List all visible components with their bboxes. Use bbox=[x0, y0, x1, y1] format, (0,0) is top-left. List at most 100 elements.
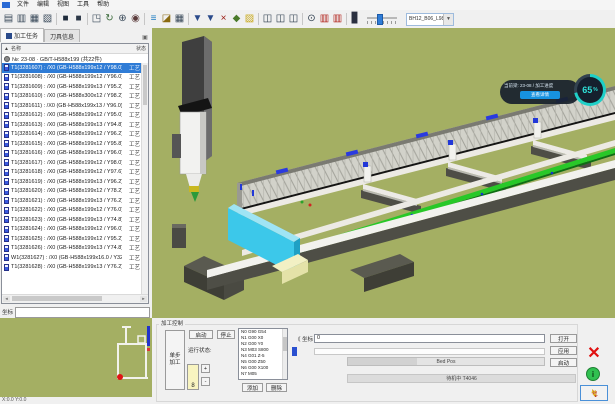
part-doc-icon bbox=[4, 64, 9, 71]
board-view-icon[interactable]: ■ bbox=[59, 12, 72, 26]
list-item[interactable]: T1(3281618) : /X0 (GB·H588x199x12 / Y97.… bbox=[2, 168, 142, 178]
machine-3d-viewport[interactable]: 当前梁: 23-08 / 加工进度 查看详情 65 % bbox=[152, 28, 615, 318]
list-item[interactable]: T1(3281610) : /X0 (GB·H588x300x12 / Y98.… bbox=[2, 92, 142, 102]
part-doc-icon bbox=[4, 131, 9, 138]
coordinate-input[interactable]: 0 bbox=[314, 334, 545, 343]
progress-ring: 65 % bbox=[574, 74, 606, 106]
list-item[interactable]: T1(3281614) : /X0 (GB·H588x199x12 / Y96.… bbox=[2, 130, 142, 140]
sort-icon[interactable]: ▲ bbox=[4, 46, 9, 52]
new-file-icon[interactable]: ▤ bbox=[2, 12, 15, 26]
list-item[interactable]: T1(3281622) : /X0 (GB·H588x199x12 / Y76.… bbox=[2, 206, 142, 216]
export-icon[interactable]: ▨ bbox=[243, 12, 256, 26]
edit-icon[interactable]: ◪ bbox=[160, 12, 173, 26]
chevron-down-icon[interactable]: ▼ bbox=[443, 14, 453, 25]
scroll-left-icon[interactable]: ◄ bbox=[3, 296, 10, 302]
list-item[interactable]: T1(3281612) : /X0 (GB·H588x199x12 / Y95.… bbox=[2, 111, 142, 121]
grid-icon[interactable]: ▦ bbox=[173, 12, 186, 26]
save-file-icon[interactable]: ▦ bbox=[28, 12, 41, 26]
list-header[interactable]: ▲ 名称 状态 bbox=[2, 44, 148, 54]
list-item[interactable]: T1(3281609) : /X0 (GB·H588x199x13 / Y95.… bbox=[2, 82, 142, 92]
move-down-2-icon[interactable]: ▼ bbox=[204, 12, 217, 26]
rotate-view-icon[interactable]: ↻ bbox=[103, 12, 116, 26]
list-item[interactable]: T1(3281620) : /X0 (GB·H588x199x12 / Y78.… bbox=[2, 187, 142, 197]
report-red-2-icon[interactable]: ▥ bbox=[331, 12, 344, 26]
start-button[interactable]: 启动 bbox=[189, 330, 213, 339]
part-doc-icon bbox=[4, 188, 9, 195]
nc-scrollbar[interactable] bbox=[282, 329, 287, 379]
bed-position-button[interactable]: Bed Pos bbox=[347, 357, 545, 366]
manual-tool-button[interactable]: ↯ bbox=[580, 385, 608, 401]
toolbar-separator bbox=[87, 13, 88, 25]
list-view-icon[interactable]: ≡ bbox=[147, 12, 160, 26]
chart-icon[interactable]: ▊ bbox=[349, 12, 362, 26]
machine-2d-minimap[interactable] bbox=[0, 318, 152, 397]
delete-icon[interactable]: × bbox=[217, 12, 230, 26]
list-item[interactable]: T1(3281608) : /X0 (GB·H588x199x12 / Y96.… bbox=[2, 73, 142, 83]
panel-pin-icon[interactable]: ▣ bbox=[141, 34, 149, 42]
list-item[interactable]: T1(3281607) : /X0 (GB·H588x199x12 / Y98.… bbox=[2, 63, 142, 73]
list-item[interactable]: T1(3281613) : /X0 (GB·H588x199x13 / Y94.… bbox=[2, 120, 142, 130]
check-icon[interactable]: ◆ bbox=[230, 12, 243, 26]
search-icon[interactable]: ⊙ bbox=[305, 12, 318, 26]
move-down-icon[interactable]: ▼ bbox=[191, 12, 204, 26]
part-doc-icon bbox=[4, 83, 9, 90]
machine-3-icon[interactable]: ◫ bbox=[287, 12, 300, 26]
machining-control-panel: 加工控制 单步 加工 启动 停止 运行状态: 8 + - N0 G90 G54N… bbox=[152, 318, 615, 404]
list-item[interactable]: T1(3281615) : /X0 (GB·H588x199x12 / Y95.… bbox=[2, 139, 142, 149]
zoom-in-icon[interactable]: ⊕ bbox=[116, 12, 129, 26]
list-item[interactable]: T1(3281625) : /X0 (GB·H588x199x12 / Y95.… bbox=[2, 234, 142, 244]
report-red-icon[interactable]: ▥ bbox=[318, 12, 331, 26]
machine-1-icon[interactable]: ◫ bbox=[261, 12, 274, 26]
list-item[interactable]: T1(3281626) : /X0 (GB·H588x199x13 / Y74.… bbox=[2, 244, 142, 254]
nc-program-listbox[interactable]: N0 G90 G54N1 G00 X0N2 G00 Y0N3 M03 S800N… bbox=[238, 328, 288, 380]
single-step-button[interactable]: 单步 加工 bbox=[165, 330, 185, 390]
open-file-icon[interactable]: ▥ bbox=[15, 12, 28, 26]
scroll-right-icon[interactable]: ► bbox=[140, 296, 147, 302]
list-vscrollbar[interactable] bbox=[141, 63, 148, 295]
abort-button[interactable]: ✕ bbox=[582, 344, 606, 364]
status-field[interactable] bbox=[15, 307, 150, 318]
panel-tabs: 加工任务 刀具信息 ▣ bbox=[0, 30, 152, 42]
list-item[interactable]: T1(3281624) : /X0 (GB·H588x199x12 / Y96.… bbox=[2, 225, 142, 235]
machine-2-icon[interactable]: ◫ bbox=[274, 12, 287, 26]
list-item[interactable]: T1(3281623) : /X0 (GB·H588x199x13 / Y74.… bbox=[2, 215, 142, 225]
add-button[interactable]: 添加 bbox=[242, 383, 263, 392]
board-view-2-icon[interactable]: ■ bbox=[72, 12, 85, 26]
tab-tool-info[interactable]: 刀具信息 bbox=[44, 29, 80, 42]
rate-minus-button[interactable]: - bbox=[201, 377, 210, 386]
menu-item[interactable]: 文件 bbox=[13, 0, 33, 10]
menu-item[interactable]: 帮助 bbox=[93, 0, 113, 10]
program-combobox[interactable]: BH12_B06_L9800 ▼ bbox=[406, 13, 454, 26]
menu-item[interactable]: 编辑 bbox=[33, 0, 53, 10]
info-button[interactable]: i bbox=[586, 367, 600, 381]
list-item[interactable]: T1(3281621) : /X0 (GB·H588x199x13 / Y76.… bbox=[2, 196, 142, 206]
stop-button[interactable]: 停止 bbox=[217, 330, 235, 339]
progress-percent: 65 bbox=[582, 85, 592, 95]
position-track[interactable] bbox=[314, 348, 545, 355]
badge-text: 当前梁: 23-08 / 加工进度 bbox=[504, 83, 576, 89]
list-item[interactable]: T1(3281617) : /X0 (GB·H588x199x12 / Y98.… bbox=[2, 158, 142, 168]
rate-plus-button[interactable]: + bbox=[201, 364, 210, 373]
list-item[interactable]: T1(3281616) : /X0 (GB·H588x199x13 / Y96.… bbox=[2, 149, 142, 159]
slider-thumb[interactable] bbox=[377, 14, 383, 25]
main-toolbar: ▤▥▦▧■■◳↻⊕◉≡◪▦▼▼×◆▨◫◫◫⊙▥▥▊ BH12_B06_L9800… bbox=[0, 10, 615, 29]
run-button[interactable]: 启动 bbox=[550, 358, 577, 367]
tab-task-list[interactable]: 加工任务 bbox=[0, 28, 44, 42]
list-item[interactable]: T1(3281628) : /X0 (GB·H588x199x13 / Y76.… bbox=[2, 263, 142, 273]
nc-line[interactable]: N7 M05 bbox=[239, 371, 287, 377]
menu-item[interactable]: 工具 bbox=[73, 0, 93, 10]
open-file-button[interactable]: 打开 bbox=[550, 334, 577, 343]
list-item[interactable]: W1(3281627) : /X0 (GB·H588x199x16.0 / Y3… bbox=[2, 253, 142, 263]
menu-item[interactable]: 视图 bbox=[53, 0, 73, 10]
groupbox-label: 加工控制 bbox=[159, 319, 185, 327]
target-icon[interactable]: ◉ bbox=[129, 12, 142, 26]
list-hscrollbar[interactable]: ◄ ► bbox=[2, 294, 148, 303]
apply-button[interactable]: 应用 bbox=[550, 346, 577, 355]
zoom-slider[interactable] bbox=[365, 13, 399, 25]
select-frame-icon[interactable]: ◳ bbox=[90, 12, 103, 26]
list-item[interactable]: T1(3281611) : /X0 (GB·H588x199x13 / Y96.… bbox=[2, 101, 142, 111]
delete-button[interactable]: 删除 bbox=[266, 383, 287, 392]
save-all-icon[interactable]: ▧ bbox=[41, 12, 54, 26]
list-item[interactable]: T1(3281619) : /X0 (GB·H588x199x13 / Y96.… bbox=[2, 177, 142, 187]
badge-detail-button[interactable]: 查看详情 bbox=[520, 91, 560, 99]
